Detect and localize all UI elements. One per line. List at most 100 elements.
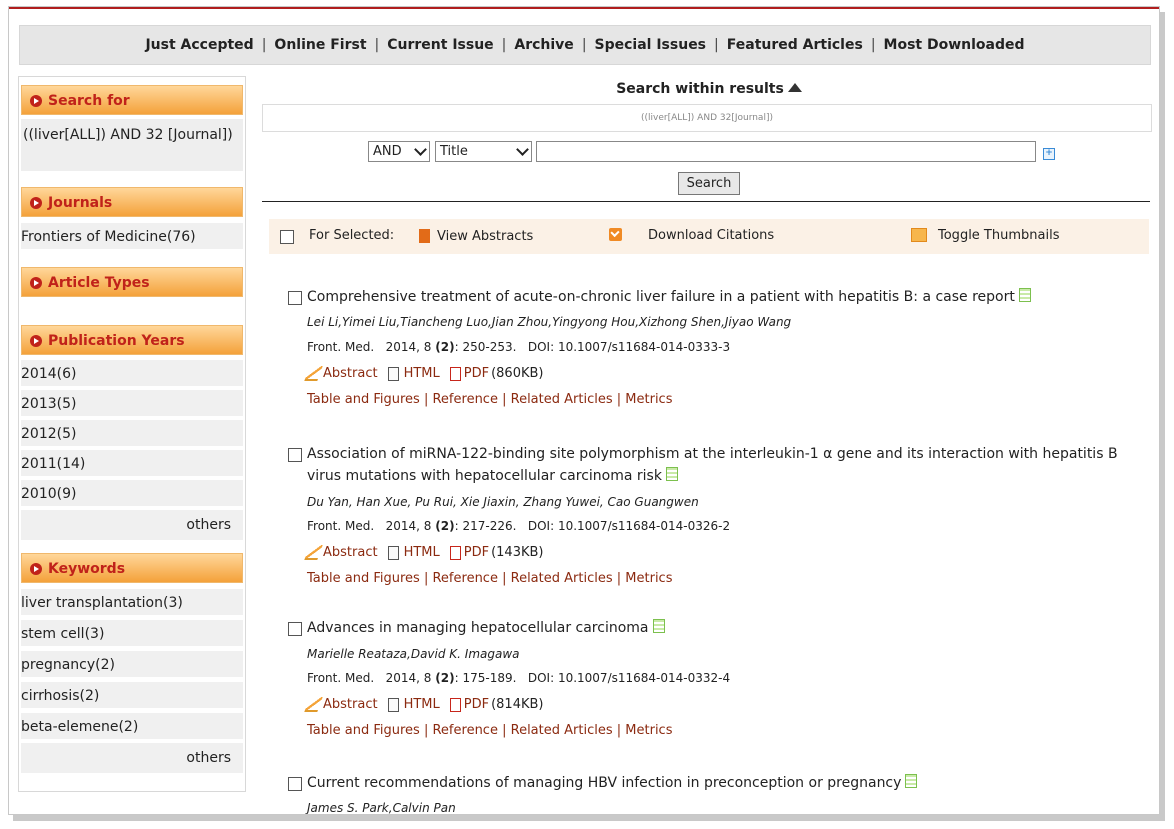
sidebar-item-keyword[interactable]: pregnancy(2) xyxy=(21,651,243,679)
nav-separator: | xyxy=(374,37,380,53)
reference-link[interactable]: Reference xyxy=(432,571,497,586)
full-text-icon[interactable] xyxy=(652,619,665,633)
field-select-value: Title xyxy=(440,144,468,159)
pencil-icon xyxy=(304,366,323,381)
sidebar-item-journal[interactable]: Frontiers of Medicine(76) xyxy=(21,223,243,251)
image-icon xyxy=(911,228,927,242)
article-title-text: Comprehensive treatment of acute-on-chro… xyxy=(307,289,1015,305)
sidebar-heading-journals[interactable]: Journals xyxy=(21,187,243,217)
selection-toolbar: For Selected: View Abstracts Download Ci… xyxy=(269,219,1149,254)
nav-most-downloaded[interactable]: Most Downloaded xyxy=(882,37,1027,53)
sidebar-item-year[interactable]: 2014(6) xyxy=(21,360,243,388)
select-all-checkbox[interactable] xyxy=(280,230,294,244)
article-authors: James S. Park,Calvin Pan xyxy=(307,801,456,815)
article-checkbox[interactable] xyxy=(288,622,302,636)
search-query-input[interactable] xyxy=(536,141,1036,162)
article-doi: DOI: 10.1007/s11684-014-0332-4 xyxy=(527,671,731,685)
arrow-bullet-icon xyxy=(30,563,42,575)
operator-select[interactable]: AND xyxy=(368,141,430,162)
html-link[interactable]: HTML xyxy=(404,697,440,712)
related-articles-link[interactable]: Related Articles xyxy=(511,392,613,407)
add-field-plus-icon[interactable]: + xyxy=(1043,148,1055,160)
current-query-display: ((liver[ALL]) AND 32[Journal]) xyxy=(262,104,1152,132)
top-navigation: Just Accepted | Online First | Current Iss… xyxy=(19,25,1151,65)
pdf-size: (860KB) xyxy=(491,366,544,381)
pdf-size: (143KB) xyxy=(491,545,544,560)
nav-just-accepted[interactable]: Just Accepted xyxy=(143,37,255,53)
pdf-link[interactable]: PDF xyxy=(464,545,489,560)
sidebar-item-keyword[interactable]: cirrhosis(2) xyxy=(21,682,243,710)
article-volume: 8 xyxy=(423,340,432,354)
article-checkbox[interactable] xyxy=(288,291,302,305)
related-articles-link[interactable]: Related Articles xyxy=(511,723,613,738)
nav-featured-articles[interactable]: Featured Articles xyxy=(725,37,865,53)
link-separator: | xyxy=(616,571,622,586)
article-title[interactable]: Advances in managing hepatocellular carc… xyxy=(307,617,1127,639)
table-figures-link[interactable]: Table and Figures xyxy=(307,392,420,407)
nav-online-first[interactable]: Online First xyxy=(272,37,368,53)
related-articles-link[interactable]: Related Articles xyxy=(511,571,613,586)
sidebar-item-keyword[interactable]: liver transplantation(3) xyxy=(21,589,243,617)
article-title[interactable]: Association of miRNA-122-binding site po… xyxy=(307,443,1127,487)
full-text-icon[interactable] xyxy=(665,467,678,481)
table-figures-link[interactable]: Table and Figures xyxy=(307,723,420,738)
nav-special-issues[interactable]: Special Issues xyxy=(593,37,709,53)
sidebar-heading-label: Keywords xyxy=(48,561,126,577)
view-abstracts-link[interactable]: View Abstracts xyxy=(437,229,533,244)
sidebar-item-keyword[interactable]: stem cell(3) xyxy=(21,620,243,648)
html-link[interactable]: HTML xyxy=(404,366,440,381)
nav-current-issue[interactable]: Current Issue xyxy=(385,37,495,53)
pencil-icon xyxy=(304,697,323,712)
article-checkbox[interactable] xyxy=(288,777,302,791)
article-citation: Front. Med. 2014, 8 (2): 250-253. DOI: 1… xyxy=(307,340,731,354)
article-title-text: Current recommendations of managing HBV … xyxy=(307,775,902,791)
metrics-link[interactable]: Metrics xyxy=(625,723,672,738)
full-text-icon[interactable] xyxy=(905,774,918,788)
reference-link[interactable]: Reference xyxy=(432,392,497,407)
article-title[interactable]: Current recommendations of managing HBV … xyxy=(307,772,1127,794)
metrics-link[interactable]: Metrics xyxy=(625,571,672,586)
triangle-up-icon xyxy=(787,83,802,92)
search-within-results-toggle[interactable]: Search within results xyxy=(269,81,1149,97)
sidebar-item-year[interactable]: 2011(14) xyxy=(21,450,243,478)
search-button[interactable]: Search xyxy=(678,172,740,195)
html-link[interactable]: HTML xyxy=(404,545,440,560)
article-tools: Abstract HTML PDF (143KB) xyxy=(304,545,544,560)
abstract-link[interactable]: Abstract xyxy=(323,366,378,381)
pdf-link[interactable]: PDF xyxy=(464,697,489,712)
sidebar-item-keyword[interactable]: beta-elemene(2) xyxy=(21,713,243,741)
article-title[interactable]: Comprehensive treatment of acute-on-chro… xyxy=(307,286,1127,308)
pdf-icon xyxy=(449,545,461,560)
sidebar-item-year[interactable]: 2013(5) xyxy=(21,390,243,418)
toggle-thumbnails-link[interactable]: Toggle Thumbnails xyxy=(938,228,1059,243)
table-figures-link[interactable]: Table and Figures xyxy=(307,571,420,586)
sidebar-heading-search-for[interactable]: Search for xyxy=(21,85,243,115)
article-year: 2014 xyxy=(385,671,417,685)
nav-archive[interactable]: Archive xyxy=(512,37,575,53)
abstract-link[interactable]: Abstract xyxy=(323,697,378,712)
arrow-bullet-icon xyxy=(30,335,42,347)
sidebar-keywords-others-link[interactable]: others xyxy=(21,743,243,773)
link-separator: | xyxy=(502,571,507,586)
sidebar-item-year[interactable]: 2010(9) xyxy=(21,480,243,508)
sidebar-years-others-link[interactable]: others xyxy=(21,510,243,540)
pdf-size: (814KB) xyxy=(491,697,544,712)
abstract-link[interactable]: Abstract xyxy=(323,545,378,560)
field-select[interactable]: Title xyxy=(435,141,532,162)
sidebar-heading-keywords[interactable]: Keywords xyxy=(21,553,243,583)
operator-select-value: AND xyxy=(373,144,402,159)
pdf-link[interactable]: PDF xyxy=(464,366,489,381)
article-extra-links: Table and Figures | Reference | Related … xyxy=(307,571,672,586)
article-checkbox[interactable] xyxy=(288,448,302,462)
link-separator: | xyxy=(423,571,429,586)
sidebar-heading-article-types[interactable]: Article Types xyxy=(21,267,243,297)
metrics-link[interactable]: Metrics xyxy=(625,392,672,407)
link-separator: | xyxy=(423,392,429,407)
article-issue: (2) xyxy=(435,519,455,533)
arrow-bullet-icon xyxy=(30,277,42,289)
sidebar-item-year[interactable]: 2012(5) xyxy=(21,420,243,448)
full-text-icon[interactable] xyxy=(1018,288,1031,302)
sidebar-heading-publication-years[interactable]: Publication Years xyxy=(21,325,243,355)
reference-link[interactable]: Reference xyxy=(432,723,497,738)
download-citations-link[interactable]: Download Citations xyxy=(648,228,774,243)
